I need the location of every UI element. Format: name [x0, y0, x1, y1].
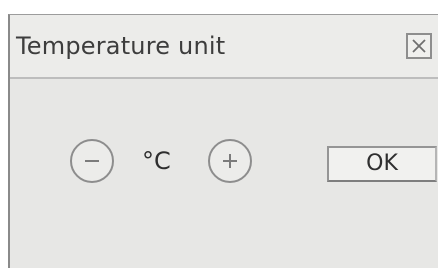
close-button[interactable]	[406, 33, 432, 59]
plus-icon	[223, 154, 237, 168]
close-icon	[412, 39, 426, 53]
increase-unit-button[interactable]	[208, 139, 252, 183]
decrease-unit-button[interactable]	[70, 139, 114, 183]
minus-icon	[85, 160, 99, 162]
dialog-title: Temperature unit	[16, 32, 226, 60]
dialog-titlebar: Temperature unit	[10, 15, 438, 79]
ok-button[interactable]: OK	[327, 146, 437, 182]
temperature-unit-value: °C	[142, 147, 171, 175]
temperature-unit-dialog: Temperature unit °C OK	[8, 14, 438, 268]
